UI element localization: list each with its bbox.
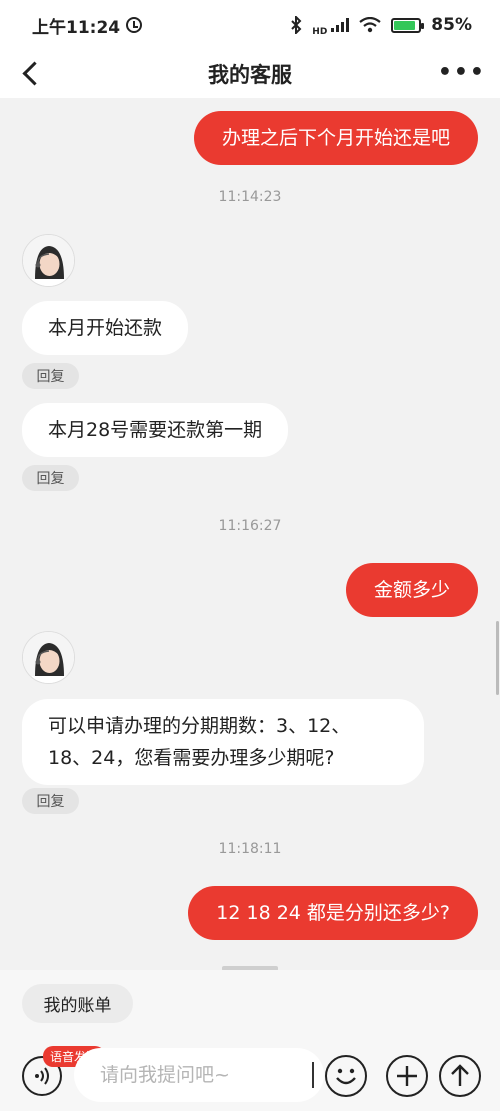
wifi-icon [359, 17, 381, 33]
reply-button[interactable]: 回复 [22, 363, 79, 389]
battery-percent: 85% [431, 15, 472, 35]
back-arrow-icon[interactable] [20, 62, 42, 84]
bottom-panel: 我的账单 语音发送 [0, 970, 500, 1111]
more-options-icon[interactable]: ••• [438, 60, 486, 85]
timestamp: 11:14:23 [218, 189, 282, 205]
user-message: 办理之后下个月开始还是吧 [193, 111, 478, 165]
emoji-icon [336, 1068, 356, 1085]
message-input[interactable] [100, 1060, 280, 1090]
user-message: 金额多少 [345, 563, 478, 617]
bluetooth-icon [291, 16, 302, 34]
status-time: 上午11:24 [32, 17, 121, 38]
timestamp: 11:18:11 [218, 841, 282, 857]
battery-icon [391, 17, 425, 33]
reply-button[interactable]: 回复 [22, 788, 79, 814]
agent-avatar-image [23, 632, 74, 683]
status-bar: 上午11:24 HD 85% [0, 0, 500, 50]
message-input-box[interactable] [74, 1048, 324, 1102]
header: 我的客服 ••• [0, 50, 500, 98]
agent-avatar-image [23, 235, 74, 286]
scrollbar[interactable] [496, 621, 499, 695]
reply-button[interactable]: 回复 [22, 465, 79, 491]
cellular-signal-icon [331, 18, 350, 32]
alarm-clock-icon [126, 17, 143, 33]
my-bill-button[interactable]: 我的账单 [22, 984, 133, 1023]
plus-icon [397, 1066, 417, 1086]
voice-wave-icon [35, 1067, 49, 1085]
user-message: 12 18 24 都是分别还多少? [188, 886, 478, 940]
input-divider [312, 1062, 314, 1088]
agent-message-line: 18、24，您看需要办理多少期呢? [48, 747, 335, 769]
agent-avatar [22, 631, 75, 684]
agent-message: 可以申请办理的分期期数：3、12、 18、24，您看需要办理多少期呢? [22, 699, 424, 785]
agent-message: 本月开始还款 [22, 301, 189, 355]
network-badge: HD [312, 27, 328, 37]
chat-area[interactable]: 办理之后下个月开始还是吧 11:14:23 本月开始还款 回复 本月28号需要还… [0, 98, 500, 970]
arrow-up-icon [451, 1064, 469, 1086]
page-title: 我的客服 [208, 63, 292, 87]
agent-avatar [22, 234, 75, 287]
status-left: 上午11:24 [32, 13, 143, 38]
send-button[interactable] [439, 1055, 481, 1097]
timestamp: 11:16:27 [218, 518, 282, 534]
add-button[interactable] [386, 1055, 428, 1097]
status-right: HD 85% [290, 13, 472, 37]
emoji-button[interactable] [325, 1055, 367, 1097]
agent-message: 本月28号需要还款第一期 [22, 403, 289, 457]
agent-message-line: 可以申请办理的分期期数：3、12、 [48, 715, 351, 737]
